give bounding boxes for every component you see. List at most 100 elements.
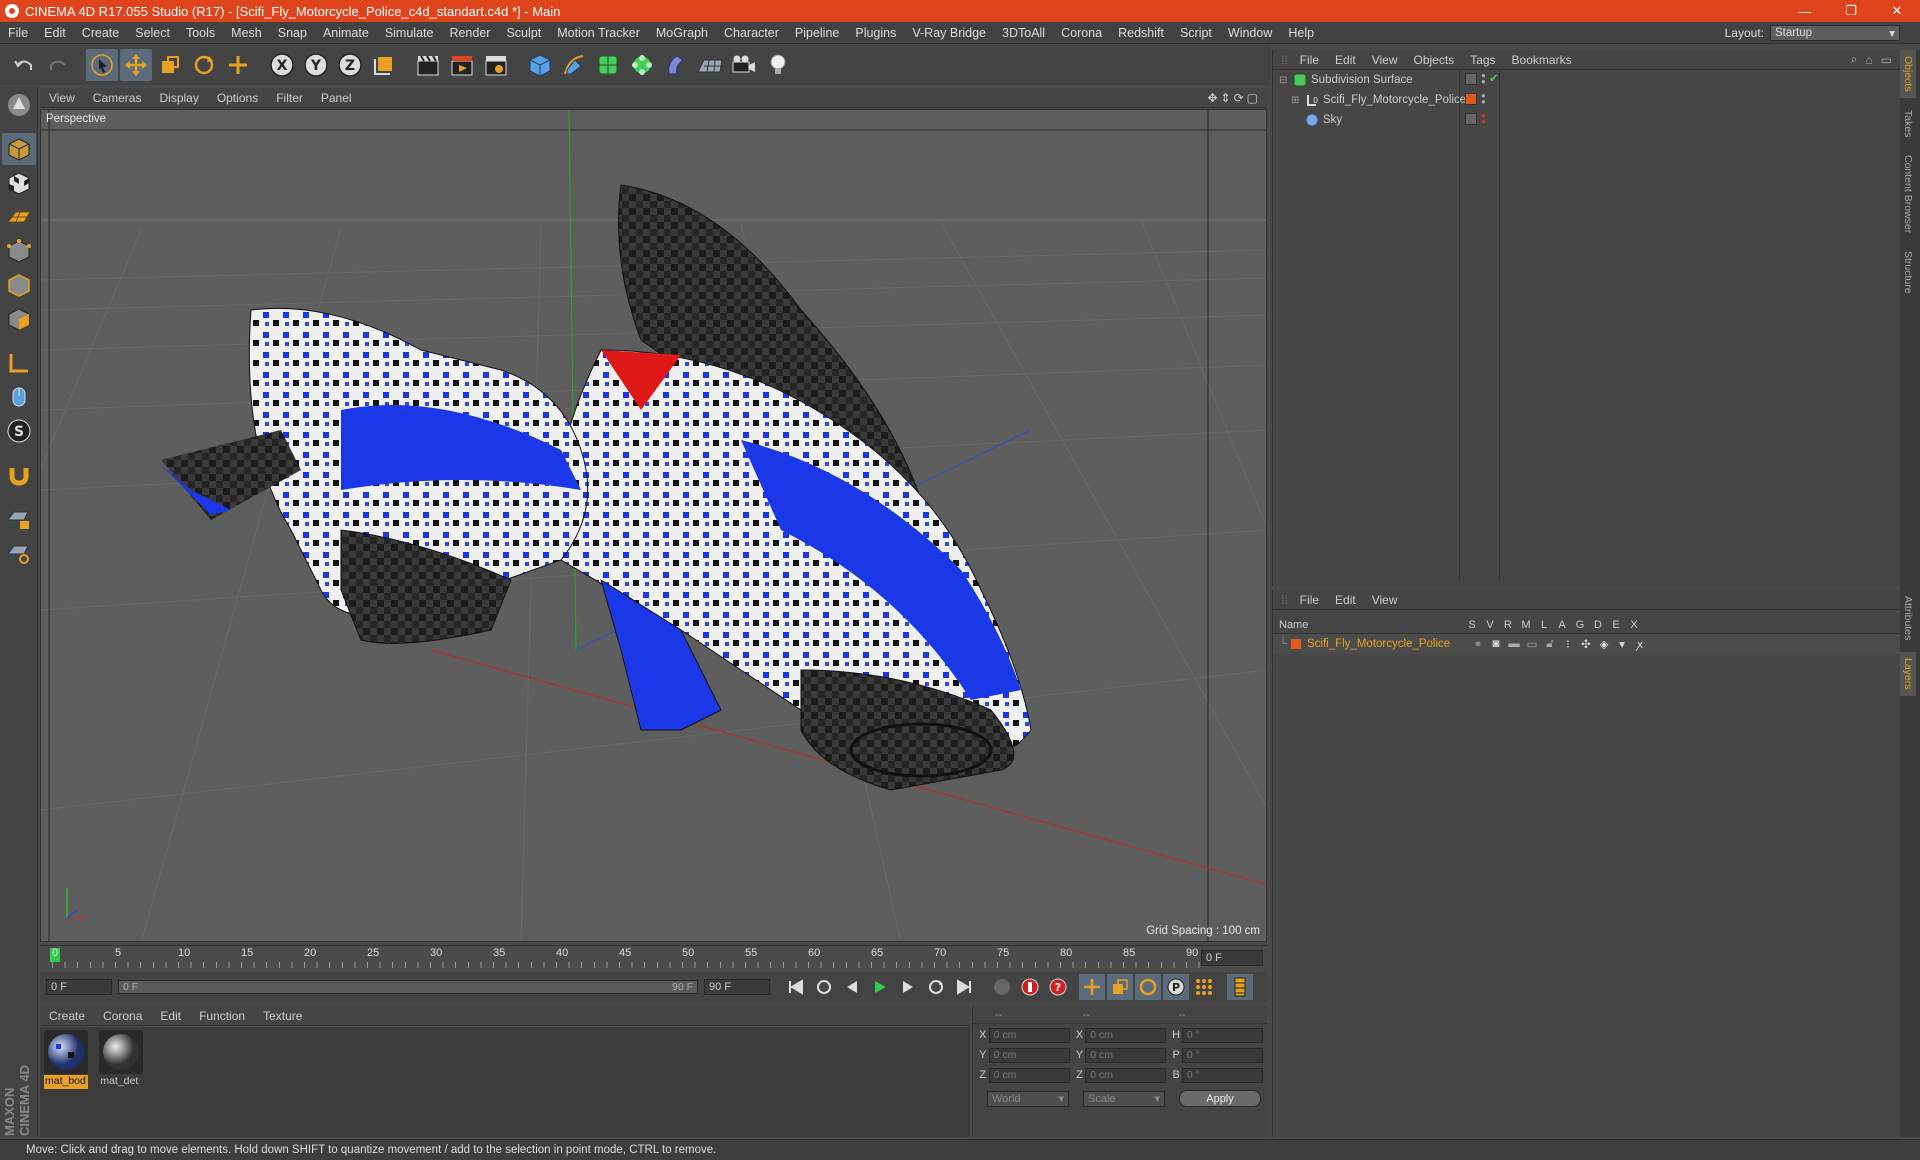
menu-file[interactable]: File [0, 26, 36, 40]
viewport-menu-options[interactable]: Options [208, 91, 267, 105]
parameter-key-button[interactable]: P [1163, 974, 1189, 1000]
tab-structure[interactable]: Structure [1900, 245, 1916, 300]
visibility-dots-icon[interactable]: ● ● [1481, 72, 1486, 86]
scale-tool-button[interactable] [154, 49, 186, 81]
viewport-nav-icons[interactable]: ✥⇕⟳▢ [1207, 91, 1267, 105]
current-frame-field[interactable]: 0 F [1201, 950, 1263, 966]
objects-menu-view[interactable]: View [1364, 53, 1406, 67]
magnet-button[interactable] [2, 459, 36, 491]
objects-menu-edit[interactable]: Edit [1327, 53, 1364, 67]
objects-menu-file[interactable]: File [1292, 53, 1327, 67]
menu-select[interactable]: Select [127, 26, 178, 40]
objects-menu-objects[interactable]: Objects [1406, 53, 1463, 67]
menu-window[interactable]: Window [1220, 26, 1280, 40]
keyframe-selection-button[interactable]: ? [1045, 974, 1071, 1000]
menu-sculpt[interactable]: Sculpt [498, 26, 549, 40]
objects-menu-bookmarks[interactable]: Bookmarks [1504, 53, 1580, 67]
object-row[interactable]: ⊟ Subdivision Surface ● ● ✔ [1273, 70, 1900, 90]
rotation-p-field[interactable]: 0 ° [1181, 1047, 1264, 1063]
menu-3dtoall[interactable]: 3DToAll [994, 26, 1053, 40]
close-button[interactable]: ✕ [1874, 0, 1920, 22]
animation-toggle-icon[interactable]: ⁝ [1559, 637, 1577, 651]
menu-snap[interactable]: Snap [270, 26, 315, 40]
visibility-dots-icon[interactable]: ● ● [1481, 112, 1486, 126]
render-picture-viewer-button[interactable] [446, 49, 478, 81]
planar-workplane-button[interactable] [2, 537, 36, 569]
visibility-dots-icon[interactable]: ● ● [1481, 92, 1486, 106]
render-view-button[interactable] [412, 49, 444, 81]
scale-key-button[interactable] [1107, 974, 1133, 1000]
material-menu-create[interactable]: Create [40, 1009, 94, 1023]
object-row[interactable]: ⊞ 0 Scifi_Fly_Motorcycle_Police ● ● [1273, 90, 1900, 110]
model-mode-button[interactable] [2, 133, 36, 165]
points-mode-button[interactable] [2, 235, 36, 267]
floor-button[interactable] [694, 49, 726, 81]
expand-toggle-icon[interactable]: ⊞ [1291, 95, 1301, 106]
menu-corona[interactable]: Corona [1053, 26, 1110, 40]
apply-button[interactable]: Apply [1179, 1090, 1261, 1107]
layer-tag-icon[interactable] [1465, 113, 1477, 125]
material-menu-texture[interactable]: Texture [254, 1009, 311, 1023]
position-y-field[interactable]: 0 cm [988, 1047, 1070, 1063]
material-menu-function[interactable]: Function [190, 1009, 254, 1023]
home-icon[interactable]: ⌂ [1861, 53, 1876, 67]
edges-mode-button[interactable] [2, 269, 36, 301]
menu-simulate[interactable]: Simulate [377, 26, 442, 40]
tab-content-browser[interactable]: Content Browser [1900, 149, 1916, 239]
previous-key-button[interactable] [811, 974, 837, 1000]
lock-z-axis-button[interactable]: Z [334, 49, 366, 81]
menu-render[interactable]: Render [441, 26, 498, 40]
restore-button[interactable]: ❐ [1828, 0, 1874, 22]
position-key-button[interactable] [1079, 974, 1105, 1000]
layers-menu-view[interactable]: View [1364, 593, 1406, 607]
menu-vray-bridge[interactable]: V-Ray Bridge [904, 26, 994, 40]
texture-mode-button[interactable] [2, 167, 36, 199]
solo-toggle-icon[interactable]: ● [1469, 638, 1487, 650]
end-frame-field[interactable]: 90 F [704, 979, 770, 995]
viewport-menu-filter[interactable]: Filter [267, 91, 312, 105]
layers-menu-edit[interactable]: Edit [1327, 593, 1364, 607]
menu-help[interactable]: Help [1280, 26, 1322, 40]
tab-layers[interactable]: Layers [1900, 652, 1916, 696]
viewport-menu-view[interactable]: View [40, 91, 84, 105]
viewport-menu-display[interactable]: Display [150, 91, 207, 105]
next-key-button[interactable] [923, 974, 949, 1000]
view-toggle-icon[interactable]: ◙ [1487, 638, 1505, 650]
axis-mode-button[interactable] [2, 347, 36, 379]
lock-toggle-icon[interactable]: 🔓︎ [1541, 638, 1559, 651]
transform-tool-button[interactable] [222, 49, 254, 81]
position-x-field[interactable]: 0 cm [988, 1027, 1070, 1043]
expression-toggle-icon[interactable]: ▾ [1613, 637, 1631, 651]
live-selection-button[interactable] [86, 49, 118, 81]
preview-range-slider[interactable]: 0 F 90 F [118, 980, 698, 994]
autokeying-button[interactable] [1017, 974, 1043, 1000]
scifi-motorcycle-model[interactable] [161, 184, 1032, 791]
menu-script[interactable]: Script [1172, 26, 1220, 40]
subdivision-surface-button[interactable] [592, 49, 624, 81]
camera-button[interactable] [728, 49, 760, 81]
previous-frame-button[interactable] [839, 974, 865, 1000]
objects-menu-tags[interactable]: Tags [1462, 53, 1503, 67]
minimize-button[interactable]: — [1782, 0, 1828, 22]
render-settings-button[interactable] [480, 49, 512, 81]
render-toggle-icon[interactable]: ▬ [1505, 638, 1523, 650]
lock-x-axis-button[interactable]: X [266, 49, 298, 81]
search-icon[interactable]: ⌕ [1847, 52, 1862, 67]
timeline-ruler[interactable]: 0 5 10 15 20 25 30 35 40 45 50 55 60 65 … [40, 945, 1267, 970]
tab-objects[interactable]: Objects [1900, 50, 1916, 98]
collapse-toggle-icon[interactable]: ⊟ [1279, 75, 1289, 86]
generator-toggle-icon[interactable]: ✣ [1577, 637, 1595, 651]
menu-plugins[interactable]: Plugins [847, 26, 904, 40]
3d-viewport[interactable]: Perspective Grid Spacing : 100 cm [40, 109, 1267, 942]
coordinate-system-button[interactable] [368, 49, 400, 81]
timeline-window-button[interactable] [1227, 974, 1253, 1000]
record-keys-button[interactable] [989, 974, 1015, 1000]
tab-takes[interactable]: Takes [1900, 104, 1916, 143]
size-z-field[interactable]: 0 cm [1085, 1067, 1167, 1083]
menu-redshift[interactable]: Redshift [1110, 26, 1172, 40]
rotation-h-field[interactable]: 0 ° [1181, 1027, 1264, 1043]
xref-toggle-icon[interactable]: ꭗ [1631, 637, 1649, 652]
menu-mograph[interactable]: MoGraph [648, 26, 716, 40]
material-swatch[interactable]: mat_bod [44, 1030, 88, 1089]
size-mode-dropdown[interactable]: Scale ▾ [1083, 1090, 1165, 1107]
